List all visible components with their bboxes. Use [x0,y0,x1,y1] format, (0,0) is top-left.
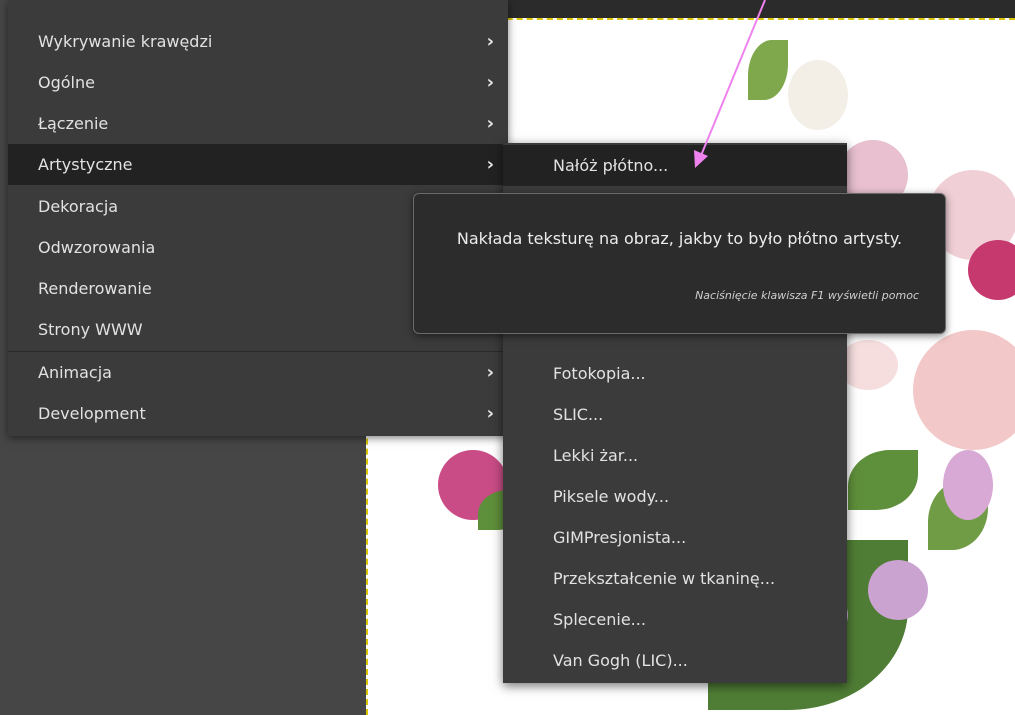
annotation-arrow-icon [694,0,766,168]
